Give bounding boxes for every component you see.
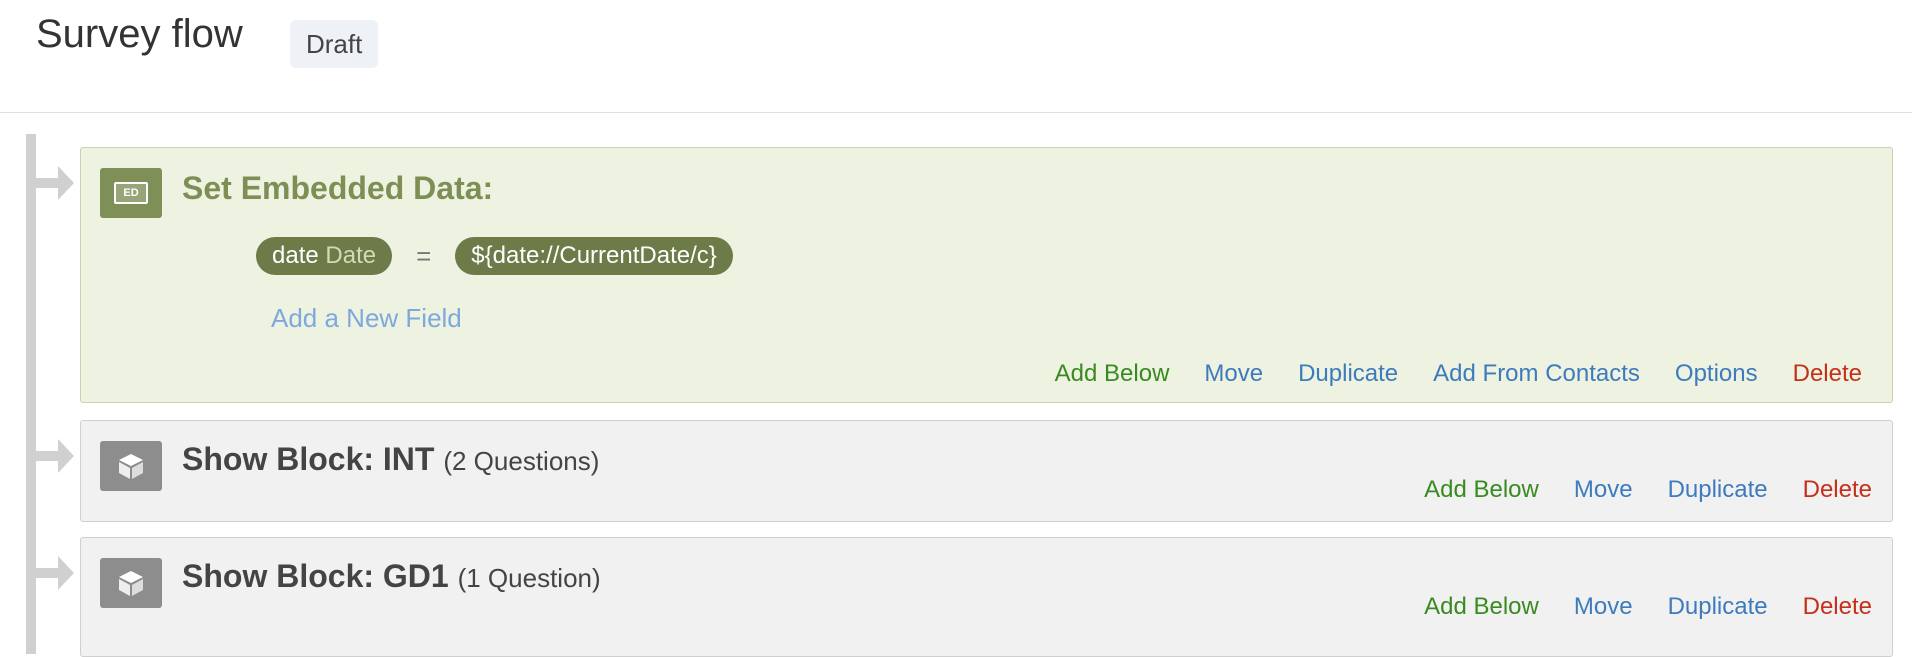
embedded-data-element[interactable]: ED Set Embedded Data: date Date = ${date… bbox=[80, 147, 1893, 403]
show-block-element[interactable]: Show Block: INT (2 Questions) Add Below … bbox=[80, 420, 1893, 522]
element-actions: Add Below Move Duplicate Add From Contac… bbox=[1055, 360, 1862, 388]
duplicate-link[interactable]: Duplicate bbox=[1298, 360, 1398, 388]
options-link[interactable]: Options bbox=[1675, 360, 1758, 388]
element-title: Set Embedded Data: bbox=[182, 170, 494, 206]
page-title: Survey flow bbox=[36, 12, 243, 56]
flow-line bbox=[26, 134, 36, 654]
field-value-pill[interactable]: ${date://CurrentDate/c} bbox=[455, 237, 733, 275]
delete-link[interactable]: Delete bbox=[1803, 593, 1872, 621]
block-title: Show Block: INT bbox=[182, 441, 435, 477]
field-name: date bbox=[272, 242, 319, 269]
delete-link[interactable]: Delete bbox=[1793, 360, 1862, 388]
question-count: (2 Questions) bbox=[443, 446, 600, 476]
delete-link[interactable]: Delete bbox=[1803, 476, 1872, 504]
page-header: Survey flow Draft bbox=[0, 0, 1912, 113]
flow-connector-arrow bbox=[36, 166, 74, 200]
element-actions: Add Below Move Duplicate Delete bbox=[1424, 476, 1872, 504]
duplicate-link[interactable]: Duplicate bbox=[1668, 476, 1768, 504]
equals-sign: = bbox=[416, 240, 432, 271]
status-badge: Draft bbox=[290, 20, 379, 68]
element-actions: Add Below Move Duplicate Delete bbox=[1424, 593, 1872, 621]
move-link[interactable]: Move bbox=[1574, 476, 1633, 504]
block-cube-icon bbox=[100, 558, 162, 608]
embedded-data-icon-label: ED bbox=[114, 182, 148, 204]
question-count: (1 Question) bbox=[457, 563, 601, 593]
move-link[interactable]: Move bbox=[1204, 360, 1263, 388]
add-below-link[interactable]: Add Below bbox=[1424, 593, 1539, 621]
embedded-data-icon: ED bbox=[100, 168, 162, 218]
duplicate-link[interactable]: Duplicate bbox=[1668, 593, 1768, 621]
add-below-link[interactable]: Add Below bbox=[1055, 360, 1170, 388]
flow-connector-arrow bbox=[36, 556, 74, 590]
add-new-field-link[interactable]: Add a New Field bbox=[271, 303, 462, 334]
element-title: Show Block: INT (2 Questions) bbox=[182, 441, 599, 478]
field-type: Date bbox=[325, 242, 377, 269]
field-name-pill[interactable]: date Date bbox=[256, 237, 393, 275]
block-cube-icon bbox=[100, 441, 162, 491]
element-title: Show Block: GD1 (1 Question) bbox=[182, 558, 601, 595]
add-from-contacts-link[interactable]: Add From Contacts bbox=[1433, 360, 1640, 388]
embedded-field-row: date Date = ${date://CurrentDate/c} bbox=[256, 237, 733, 275]
add-below-link[interactable]: Add Below bbox=[1424, 476, 1539, 504]
move-link[interactable]: Move bbox=[1574, 593, 1633, 621]
flow-connector-arrow bbox=[36, 439, 74, 473]
block-title: Show Block: GD1 bbox=[182, 558, 449, 594]
show-block-element[interactable]: Show Block: GD1 (1 Question) Add Below M… bbox=[80, 537, 1893, 657]
